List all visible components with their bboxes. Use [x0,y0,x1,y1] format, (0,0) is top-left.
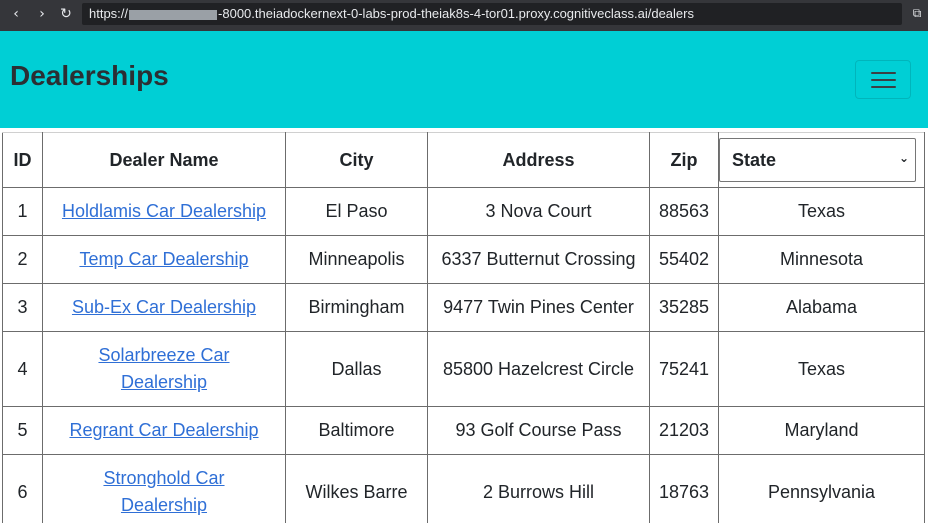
cell-state: Pennsylvania [718,454,925,523]
url-prefix: https:// [89,6,129,21]
cell-id: 3 [2,283,43,332]
cell-zip: 35285 [649,283,719,332]
hamburger-icon [871,72,896,74]
dealer-link[interactable]: Stronghold Car Dealership [103,468,224,515]
dealers-table: ID Dealer Name City Address Zip State ⌄ … [2,132,925,523]
cell-address: 85800 Hazelcrest Circle [427,331,650,407]
cell-id: 6 [2,454,43,523]
header-id: ID [2,132,43,188]
cell-address: 6337 Butternut Crossing [427,235,650,284]
dealer-link[interactable]: Temp Car Dealership [79,249,248,269]
table-row: 1 Holdlamis Car Dealership El Paso 3 Nov… [2,187,925,236]
address-bar[interactable]: https:// -8000.theiadockernext-0-labs-pro… [82,3,902,25]
browser-toolbar: ‹ › ↻ https:// -8000.theiadockernext-0-la… [0,0,928,31]
cell-dealer-name: Stronghold Car Dealership [42,454,286,523]
header-city: City [285,132,428,188]
header-dealer-name: Dealer Name [42,132,286,188]
cell-zip: 18763 [649,454,719,523]
url-suffix: -8000.theiadockernext-0-labs-prod-theiak… [218,6,694,21]
cell-dealer-name: Temp Car Dealership [42,235,286,284]
cell-id: 4 [2,331,43,407]
header-state: State ⌄ [718,132,925,188]
open-external-icon[interactable]: ⧉ [909,5,925,21]
navbar-brand[interactable]: Dealerships [10,60,169,92]
table-row: 4 Solarbreeze Car Dealership Dallas 8580… [2,331,925,407]
cell-zip: 88563 [649,187,719,236]
chevron-down-icon: ⌄ [898,151,909,165]
forward-icon[interactable]: › [32,4,52,24]
table-row: 2 Temp Car Dealership Minneapolis 6337 B… [2,235,925,284]
cell-id: 1 [2,187,43,236]
cell-zip: 55402 [649,235,719,284]
cell-city: Dallas [285,331,428,407]
cell-address: 9477 Twin Pines Center [427,283,650,332]
cell-state: Texas [718,187,925,236]
table-row: 5 Regrant Car Dealership Baltimore 93 Go… [2,406,925,455]
state-filter-select[interactable]: State ⌄ [719,138,916,182]
dealer-link[interactable]: Regrant Car Dealership [69,420,258,440]
cell-state: Maryland [718,406,925,455]
cell-zip: 21203 [649,406,719,455]
cell-address: 2 Burrows Hill [427,454,650,523]
cell-state: Texas [718,331,925,407]
cell-id: 5 [2,406,43,455]
table-row: 6 Stronghold Car Dealership Wilkes Barre… [2,454,925,523]
redacted-block [129,9,218,20]
header-zip: Zip [649,132,719,188]
cell-zip: 75241 [649,331,719,407]
dealer-link[interactable]: Sub-Ex Car Dealership [72,297,256,317]
table-header-row: ID Dealer Name City Address Zip State ⌄ [2,132,925,188]
cell-dealer-name: Sub-Ex Car Dealership [42,283,286,332]
navbar: Dealerships [0,31,928,128]
hamburger-icon-bar [871,79,896,81]
cell-dealer-name: Holdlamis Car Dealership [42,187,286,236]
cell-state: Alabama [718,283,925,332]
cell-city: Birmingham [285,283,428,332]
dealers-table-container: ID Dealer Name City Address Zip State ⌄ … [2,132,928,523]
cell-id: 2 [2,235,43,284]
table-row: 3 Sub-Ex Car Dealership Birmingham 9477 … [2,283,925,332]
hamburger-icon-bar [871,86,896,88]
dealer-link[interactable]: Solarbreeze Car Dealership [98,345,229,392]
cell-city: El Paso [285,187,428,236]
reload-icon[interactable]: ↻ [56,4,76,24]
cell-city: Minneapolis [285,235,428,284]
cell-address: 3 Nova Court [427,187,650,236]
cell-state: Minnesota [718,235,925,284]
cell-dealer-name: Regrant Car Dealership [42,406,286,455]
dealer-link[interactable]: Holdlamis Car Dealership [62,201,266,221]
header-address: Address [427,132,650,188]
cell-address: 93 Golf Course Pass [427,406,650,455]
back-icon[interactable]: ‹ [6,4,26,24]
state-filter-value: State [732,150,777,170]
navbar-toggle-button[interactable] [855,60,911,99]
cell-dealer-name: Solarbreeze Car Dealership [42,331,286,407]
cell-city: Baltimore [285,406,428,455]
cell-city: Wilkes Barre [285,454,428,523]
url-text: https:// -8000.theiadockernext-0-labs-pro… [89,6,694,21]
